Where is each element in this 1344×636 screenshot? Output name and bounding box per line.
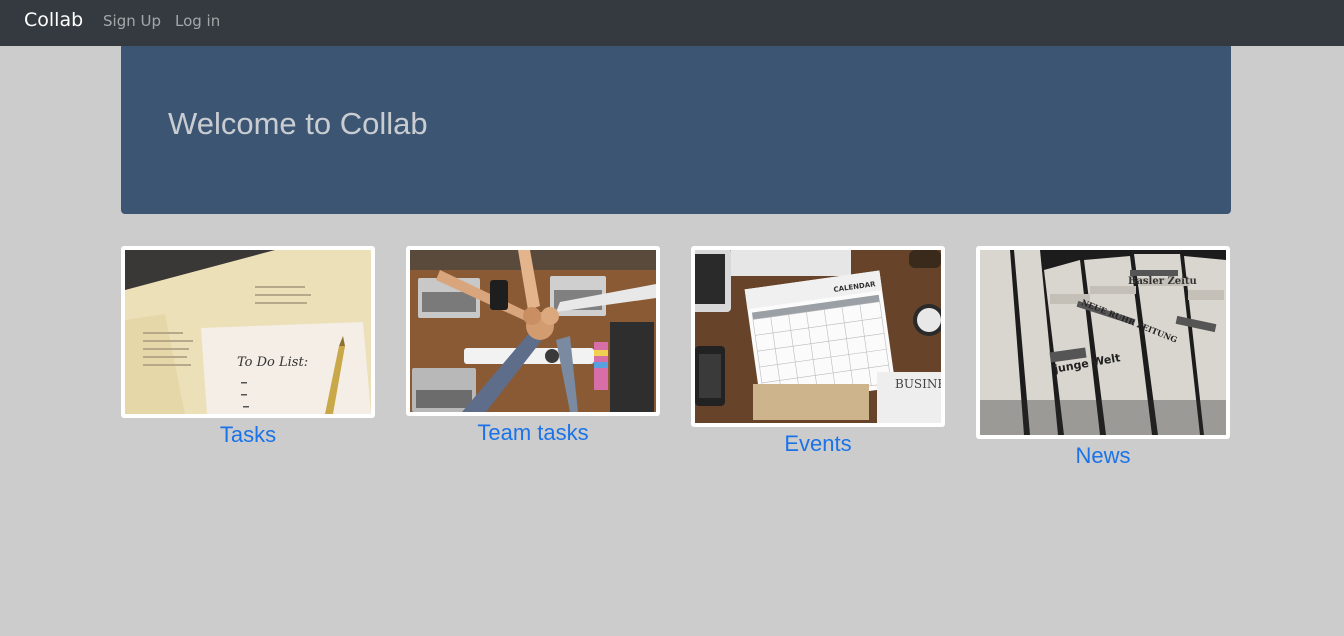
todo-image-text: To Do List: [237, 355, 308, 370]
top-navbar: Collab Sign Up Log in [0, 0, 1344, 46]
team-tasks-thumbnail[interactable] [406, 246, 660, 416]
news-thumbnail[interactable]: Basler Zeitu NEUE RUHR ZEITUNG junge Wel… [976, 246, 1230, 439]
events-thumbnail[interactable]: CALENDAR BUSIN [691, 246, 945, 427]
page-title: Welcome to Collab [168, 106, 428, 141]
brand-link[interactable]: Collab [24, 9, 83, 31]
events-link[interactable]: Events [691, 431, 945, 457]
svg-text:Basler Zeitu: Basler Zeitu [1128, 276, 1197, 287]
svg-text:BUSINE: BUSINE [895, 377, 941, 391]
login-link[interactable]: Log in [175, 12, 220, 30]
team-fist-bump-image [410, 250, 656, 412]
tasks-thumbnail[interactable]: To Do List: [121, 246, 375, 418]
welcome-banner: Welcome to Collab [121, 46, 1231, 214]
todo-list-image: To Do List: [125, 250, 371, 414]
tasks-link[interactable]: Tasks [121, 422, 375, 448]
signup-link[interactable]: Sign Up [103, 12, 161, 30]
news-link[interactable]: News [976, 443, 1230, 469]
calendar-image: CALENDAR BUSIN [695, 250, 941, 423]
newspapers-image: Basler Zeitu NEUE RUHR ZEITUNG junge Wel… [980, 250, 1226, 435]
team-tasks-link[interactable]: Team tasks [406, 420, 660, 446]
